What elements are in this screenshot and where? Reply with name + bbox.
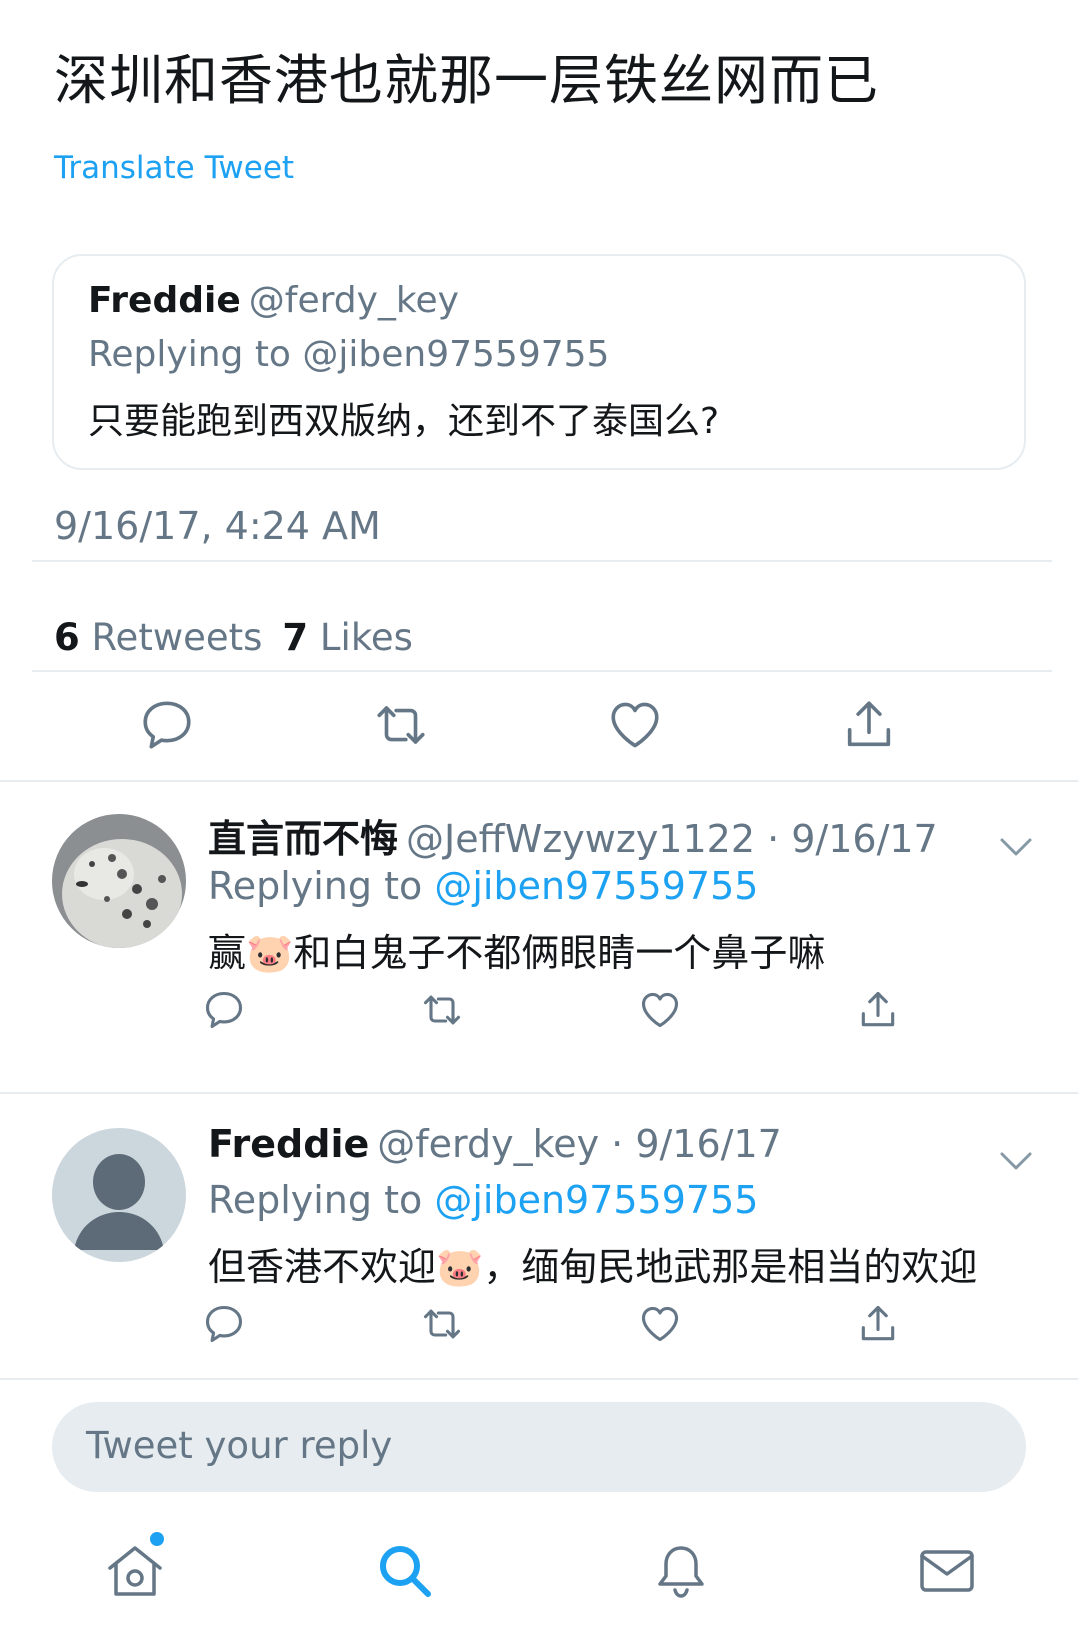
notification-dot xyxy=(150,1532,164,1546)
tweet-stats: 6 Retweets 7 Likes xyxy=(54,616,413,659)
likes-count: 7 xyxy=(282,616,309,659)
reply-header: 直言而不悔 @JeffWzywzy1122 · 9/16/17 xyxy=(208,808,938,863)
retweet-icon[interactable] xyxy=(372,696,430,754)
chevron-down-icon[interactable] xyxy=(998,1150,1034,1172)
mention-link[interactable]: @jiben97559755 xyxy=(434,864,758,908)
quoted-author-name: Freddie xyxy=(88,280,241,321)
reply-icon[interactable] xyxy=(202,1302,246,1346)
reply-icon[interactable] xyxy=(138,696,196,754)
reply-icon[interactable] xyxy=(202,988,246,1032)
reply-header: Freddie @ferdy_key · 9/16/17 xyxy=(208,1122,782,1166)
divider xyxy=(0,1092,1078,1094)
heart-icon[interactable] xyxy=(606,696,664,754)
heart-icon[interactable] xyxy=(638,988,682,1032)
share-icon[interactable] xyxy=(856,988,900,1032)
reply-compose-placeholder: Tweet your reply xyxy=(86,1424,393,1467)
share-icon[interactable] xyxy=(856,1302,900,1346)
retweets-stat[interactable]: 6 Retweets xyxy=(54,616,262,659)
likes-stat[interactable]: 7 Likes xyxy=(282,616,413,659)
reply-action-bar xyxy=(0,988,1078,1058)
reply-action-bar xyxy=(0,1302,1078,1372)
likes-label: Likes xyxy=(319,616,413,659)
reply-handle-date: @JeffWzywzy1122 · 9/16/17 xyxy=(406,817,938,861)
mention-link[interactable]: @jiben97559755 xyxy=(434,1178,758,1222)
share-icon[interactable] xyxy=(840,696,898,754)
home-icon[interactable] xyxy=(104,1540,166,1602)
reply-tweet[interactable]: Freddie @ferdy_key · 9/16/17 Replying to … xyxy=(0,1112,1078,1384)
quoted-tweet-header: Freddie @ferdy_key xyxy=(88,280,459,321)
bell-icon[interactable] xyxy=(650,1540,712,1602)
reply-handle-date: @ferdy_key · 9/16/17 xyxy=(377,1122,782,1166)
mail-icon[interactable] xyxy=(916,1540,978,1602)
default-avatar[interactable] xyxy=(52,1128,186,1262)
divider xyxy=(32,670,1052,672)
chevron-down-icon[interactable] xyxy=(998,836,1034,858)
reply-tweet[interactable]: 直言而不悔 @JeffWzywzy1122 · 9/16/17 Replying … xyxy=(0,798,1078,1070)
quoted-replying-to: Replying to @jiben97559755 xyxy=(88,334,610,375)
tweet-text: 深圳和香港也就那一层铁丝网而已 xyxy=(54,49,879,112)
reply-text: 但香港不欢迎🐷，缅甸民地武那是相当的欢迎 xyxy=(208,1245,978,1289)
reply-replying-to: Replying to @jiben97559755 xyxy=(208,864,758,908)
tweet-timestamp: 9/16/17, 4:24 AM xyxy=(54,504,381,548)
reply-text: 赢🐷和白鬼子不都俩眼睛一个鼻子嘛 xyxy=(208,931,826,975)
reply-compose-field[interactable]: Tweet your reply xyxy=(52,1402,1026,1492)
tweet-action-bar xyxy=(0,696,1078,766)
replying-to-label: Replying to xyxy=(208,1178,423,1222)
search-icon[interactable] xyxy=(374,1540,436,1602)
reply-author-name[interactable]: 直言而不悔 xyxy=(208,817,398,861)
retweets-count: 6 xyxy=(54,616,80,659)
snow-leopard-avatar[interactable] xyxy=(52,814,186,948)
quoted-tweet-text: 只要能跑到西双版纳，还到不了泰国么? xyxy=(88,401,720,442)
quoted-author-handle: @ferdy_key xyxy=(248,280,459,321)
divider xyxy=(0,780,1078,782)
divider xyxy=(0,1378,1078,1380)
retweet-icon[interactable] xyxy=(420,1302,464,1346)
quoted-tweet-card[interactable]: Freddie @ferdy_key Replying to @jiben9755… xyxy=(52,254,1026,470)
divider xyxy=(32,560,1052,562)
replying-to-label: Replying to xyxy=(208,864,423,908)
translate-tweet-link[interactable]: Translate Tweet xyxy=(54,150,294,186)
bottom-tab-bar xyxy=(0,1520,1078,1628)
retweets-label: Retweets xyxy=(91,616,263,659)
heart-icon[interactable] xyxy=(638,1302,682,1346)
reply-replying-to: Replying to @jiben97559755 xyxy=(208,1178,758,1222)
retweet-icon[interactable] xyxy=(420,988,464,1032)
reply-author-name[interactable]: Freddie xyxy=(208,1122,369,1166)
